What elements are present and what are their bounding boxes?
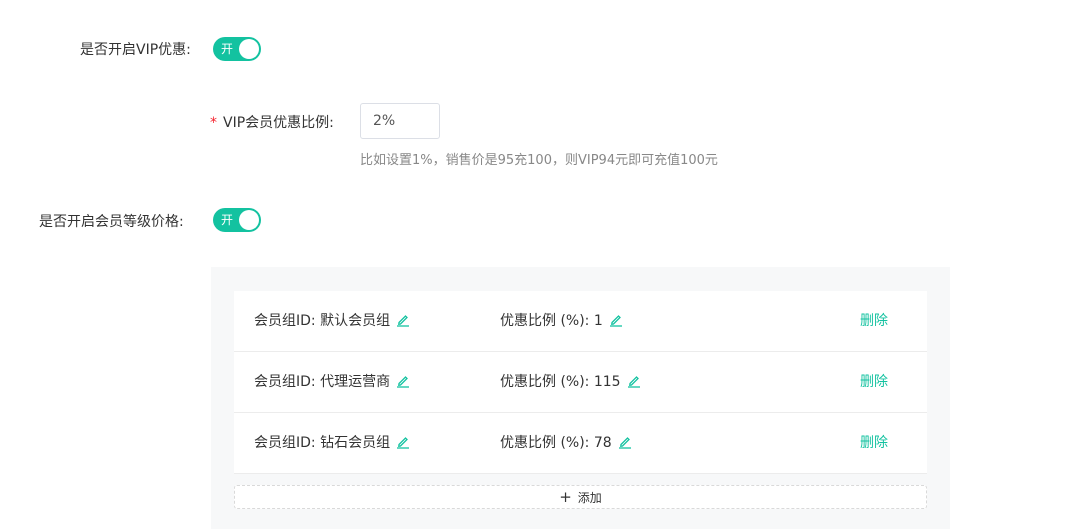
edit-icon[interactable] — [627, 354, 641, 414]
switch-knob — [239, 39, 259, 59]
add-button-label: 添加 — [577, 491, 602, 505]
delete-button[interactable]: 删除 — [860, 413, 888, 473]
plus-icon: + — [559, 488, 572, 506]
ratio-cell: 优惠比例 (%): 115 — [500, 352, 641, 414]
group-name: 代理运营商 — [320, 374, 391, 390]
vip-discount-switch[interactable]: 开 — [213, 37, 261, 61]
switch-knob — [239, 210, 259, 230]
member-group-row: 会员组ID: 代理运营商 优惠比例 (%): 115 删除 — [234, 352, 927, 413]
group-id-cell: 会员组ID: 代理运营商 — [254, 352, 410, 414]
edit-icon[interactable] — [396, 415, 410, 475]
vip-ratio-hint: 比如设置1%，销售价是95充100，则VIP94元即可充值100元 — [360, 153, 718, 168]
ratio-cell: 优惠比例 (%): 1 — [500, 291, 623, 353]
delete-button[interactable]: 删除 — [860, 352, 888, 412]
ratio-cell: 优惠比例 (%): 78 — [500, 413, 632, 475]
member-group-row: 会员组ID: 钻石会员组 优惠比例 (%): 78 删除 — [234, 413, 927, 474]
switch-on-text: 开 — [221, 213, 234, 227]
group-id-label: 会员组ID: — [254, 374, 316, 390]
ratio-value: 78 — [593, 435, 612, 451]
vip-ratio-input[interactable]: 2% — [360, 103, 440, 139]
vip-ratio-label: VIP会员优惠比例: — [223, 115, 334, 131]
ratio-value: 1 — [593, 313, 603, 329]
edit-icon[interactable] — [396, 354, 410, 414]
member-group-row: 会员组ID: 默认会员组 优惠比例 (%): 1 删除 — [234, 291, 927, 352]
group-id-cell: 会员组ID: 默认会员组 — [254, 291, 410, 353]
ratio-label: 优惠比例 (%): — [500, 435, 590, 451]
ratio-label: 优惠比例 (%): — [500, 374, 590, 390]
edit-icon[interactable] — [609, 293, 623, 353]
group-id-cell: 会员组ID: 钻石会员组 — [254, 413, 410, 475]
level-price-switch[interactable]: 开 — [213, 208, 261, 232]
switch-on-text: 开 — [221, 42, 234, 56]
group-id-label: 会员组ID: — [254, 435, 316, 451]
group-name: 默认会员组 — [320, 313, 391, 329]
add-member-group-button[interactable]: + 添加 — [234, 485, 927, 509]
group-id-label: 会员组ID: — [254, 313, 316, 329]
ratio-value: 115 — [593, 374, 621, 390]
level-price-label: 是否开启会员等级价格: — [39, 214, 184, 230]
edit-icon[interactable] — [396, 293, 410, 353]
member-group-panel: 会员组ID: 默认会员组 优惠比例 (%): 1 删除 会员组ID: 代理运营商… — [211, 267, 950, 529]
group-name: 钻石会员组 — [320, 435, 391, 451]
edit-icon[interactable] — [618, 415, 632, 475]
vip-ratio-label-wrap: * VIP会员优惠比例: — [210, 112, 334, 132]
ratio-label: 优惠比例 (%): — [500, 313, 590, 329]
required-mark: * — [210, 115, 217, 131]
vip-discount-label: 是否开启VIP优惠: — [80, 42, 191, 58]
delete-button[interactable]: 删除 — [860, 291, 888, 351]
